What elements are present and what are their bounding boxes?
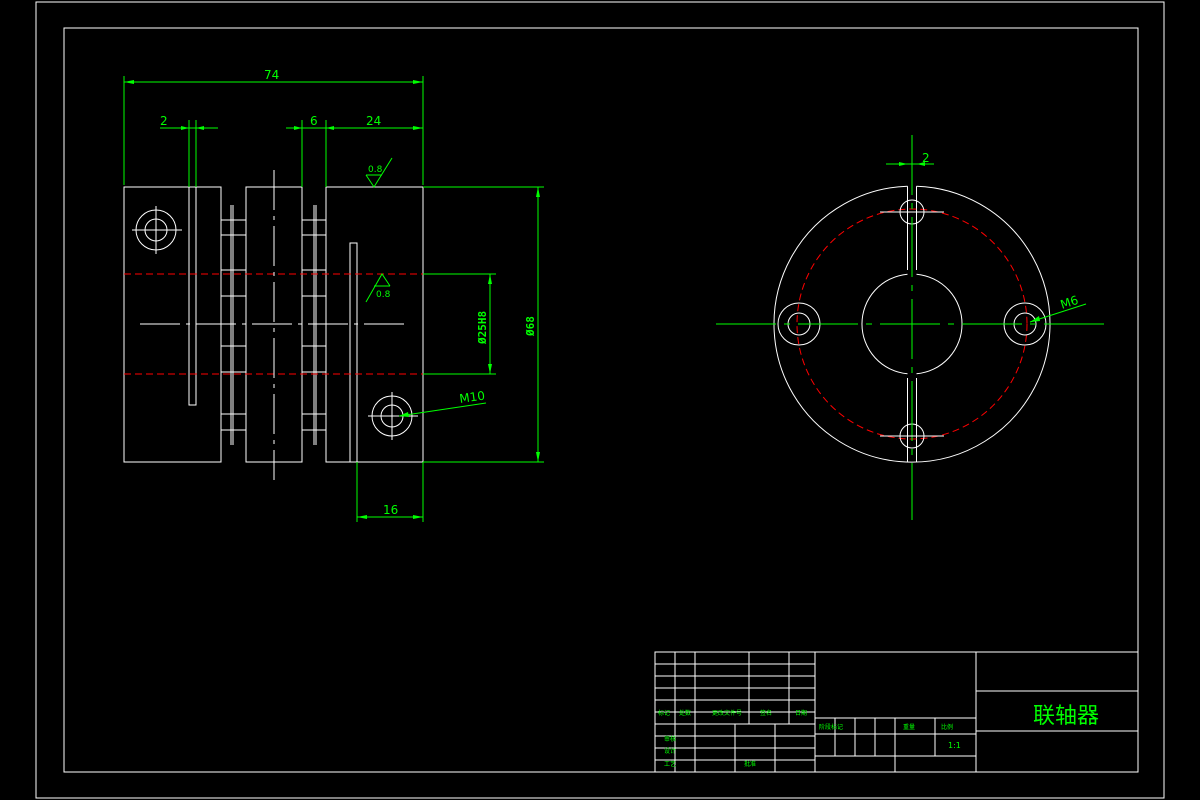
side-dim-slot: 2: [886, 151, 934, 166]
side-view: 2 M6: [716, 135, 1106, 520]
cad-drawing: 74 2 6 24 0.8 0.8 Ø25H8 Ø68 16 M10 2 M6 …: [35, 1, 1165, 799]
dim-overall-length-label: 74: [264, 68, 279, 82]
side-dim-slot-label: 2: [922, 151, 930, 165]
dim-hub-label: 24: [366, 114, 381, 128]
screw-upper-left: [132, 206, 182, 254]
dim-slot-width-label: 2: [160, 114, 168, 128]
dim-slot-width: 2: [160, 114, 218, 187]
tb-header-sign: 签名: [760, 709, 772, 717]
tb-scale-value: 1:1: [948, 741, 961, 750]
dim-spacer-gap: 6 24: [286, 114, 423, 187]
left-teeth: [221, 205, 246, 445]
tb-check: 审核: [664, 735, 676, 743]
tb-stage: 阶段标记: [819, 723, 843, 731]
dim-spacer-label: 6: [310, 114, 318, 128]
front-view: 74 2 6 24 0.8 0.8 Ø25H8 Ø68 16 M10: [123, 68, 544, 522]
dim-outer-label: Ø68: [524, 316, 537, 337]
leader-m6-label: M6: [1059, 293, 1080, 312]
tb-header-date: 日期: [795, 709, 807, 717]
roughness-top-label: 0.8: [368, 165, 383, 175]
screw-lower-right: [368, 392, 418, 440]
dim-bore-label: Ø25H8: [476, 311, 489, 345]
tb-header-mark: 标记: [658, 709, 670, 717]
sheet-inner-border: [63, 27, 1139, 773]
title-block: 标记 处数 更改文件号 签名 日期 设计 审核 工艺 批准 阶段标记 重量 比例…: [654, 651, 1139, 773]
dim-screw-offset-label: 16: [383, 503, 398, 517]
sheet-outer-border: [35, 1, 1165, 799]
tb-scale-label: 比例: [941, 723, 953, 731]
right-teeth: [302, 205, 326, 445]
tb-design: 设计: [664, 747, 676, 755]
tb-approve: 批准: [744, 760, 756, 768]
roughness-bore: 0.8: [365, 273, 391, 303]
dim-screw-offset: 16: [356, 462, 424, 522]
dim-bore: Ø25H8: [423, 273, 496, 375]
roughness-bore-label: 0.8: [376, 290, 391, 300]
left-hub-slot: [188, 186, 197, 406]
drawing-title: 联轴器: [1033, 704, 1099, 729]
tb-header-change: 更改文件号: [712, 709, 742, 717]
roughness-top: 0.8: [365, 157, 393, 188]
tb-process: 工艺: [664, 760, 676, 768]
right-hub-slot: [349, 242, 358, 463]
tb-header-count: 处数: [679, 709, 691, 717]
tb-weight: 重量: [903, 723, 915, 731]
